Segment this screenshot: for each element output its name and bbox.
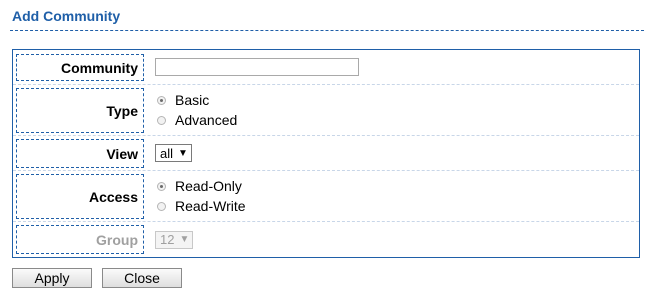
group-select-value: 12 xyxy=(160,232,175,247)
title-divider xyxy=(10,30,644,31)
add-community-form: Community Type Basic Advanced View all ▼ xyxy=(12,49,640,258)
type-advanced-label: Advanced xyxy=(175,112,238,128)
type-basic-radio[interactable]: Basic xyxy=(155,90,639,110)
type-advanced-radio[interactable]: Advanced xyxy=(155,110,639,130)
type-label: Type xyxy=(16,88,144,133)
access-read-write-label: Read-Write xyxy=(175,198,246,214)
community-input[interactable] xyxy=(155,58,359,76)
community-row: Community xyxy=(13,50,639,85)
view-select[interactable]: all ▼ xyxy=(155,144,192,162)
radio-checked-icon xyxy=(157,95,166,105)
close-button[interactable]: Close xyxy=(102,268,182,288)
apply-button[interactable]: Apply xyxy=(12,268,92,288)
view-select-value: all xyxy=(160,145,174,161)
type-row: Type Basic Advanced xyxy=(13,85,639,136)
access-read-only-radio[interactable]: Read-Only xyxy=(155,176,639,196)
radio-unchecked-icon xyxy=(157,201,166,211)
radio-unchecked-icon xyxy=(157,115,166,125)
access-row: Access Read-Only Read-Write xyxy=(13,171,639,222)
dropdown-arrow-icon: ▼ xyxy=(178,147,188,159)
group-select: 12 ▼ xyxy=(155,230,194,249)
page-title: Add Community xyxy=(12,8,121,24)
view-label: View xyxy=(16,139,144,168)
community-label: Community xyxy=(16,54,144,81)
group-label: Group xyxy=(16,225,144,254)
view-row: View all ▼ xyxy=(13,136,639,171)
dropdown-arrow-icon: ▼ xyxy=(179,234,190,245)
radio-checked-icon xyxy=(157,181,166,191)
access-read-only-label: Read-Only xyxy=(175,178,242,194)
access-read-write-radio[interactable]: Read-Write xyxy=(155,196,639,216)
type-basic-label: Basic xyxy=(175,92,210,108)
access-label: Access xyxy=(16,174,144,219)
group-row: Group 12 ▼ xyxy=(13,222,639,257)
